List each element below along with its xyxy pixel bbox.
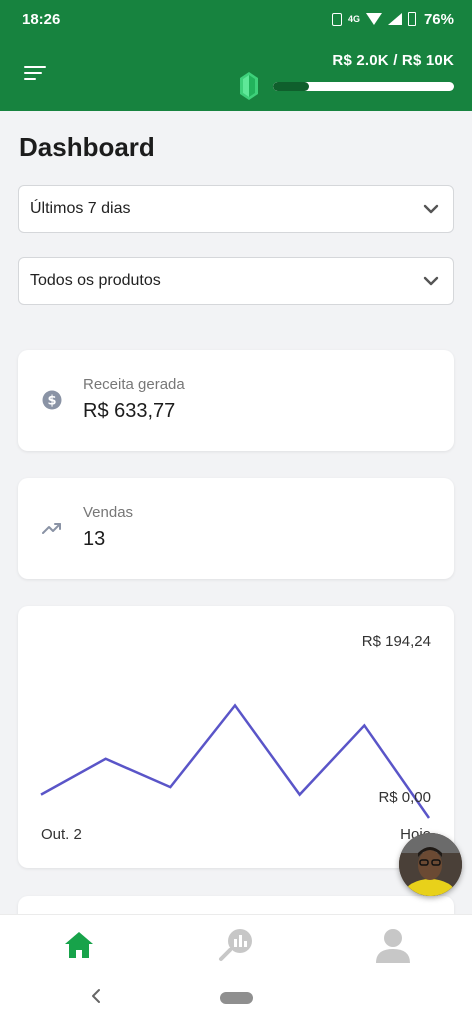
revenue-goal-text: R$ 2.0K / R$ 10K	[332, 52, 454, 69]
period-select[interactable]: Últimos 7 dias	[18, 185, 454, 233]
chart-max-label: R$ 194,24	[361, 633, 431, 650]
user-avatar-bubble[interactable]	[399, 833, 462, 896]
user-avatar-icon	[399, 833, 462, 896]
battery-percent: 76%	[423, 10, 454, 28]
analytics-icon	[219, 929, 252, 961]
status-bar: 18:26 4G 76%	[0, 0, 472, 38]
back-chevron-icon[interactable]	[88, 986, 104, 1006]
sales-card: Vendas 13	[18, 478, 454, 579]
wifi-icon	[365, 13, 382, 25]
battery-icon	[407, 12, 416, 26]
sales-value: 13	[83, 528, 106, 550]
status-icons: 4G 76%	[331, 10, 454, 28]
chevron-down-icon	[423, 276, 439, 286]
chevron-down-icon	[423, 204, 439, 214]
nav-profile[interactable]	[373, 925, 413, 965]
revenue-goal-progress-bar	[273, 82, 454, 91]
sales-label: Vendas	[83, 504, 134, 521]
revenue-label: Receita gerada	[83, 376, 185, 393]
home-icon	[65, 932, 93, 958]
svg-text:$: $	[47, 394, 56, 409]
chart-series-line	[40, 703, 431, 819]
revenue-goal-progress-fill	[273, 82, 310, 91]
product-select[interactable]: Todos os produtos	[18, 257, 454, 305]
system-navigation-bar	[0, 974, 472, 1024]
vibrate-icon	[331, 12, 342, 26]
product-select-value: Todos os produtos	[30, 272, 161, 289]
status-time: 18:26	[22, 10, 61, 28]
nav-home[interactable]	[59, 925, 99, 965]
period-select-value: Últimos 7 dias	[30, 200, 131, 217]
revenue-card: $ Receita gerada R$ 633,77	[18, 350, 454, 451]
gem-icon	[240, 72, 258, 100]
dollar-circle-icon: $	[42, 390, 62, 410]
network-type: 4G	[347, 14, 360, 24]
home-gesture-pill[interactable]	[220, 992, 253, 1004]
page-title: Dashboard	[19, 132, 155, 162]
trending-up-icon	[42, 523, 61, 534]
menu-icon[interactable]	[24, 64, 48, 84]
revenue-chart-card: R$ 194,24 R$ 0,00 Out. 2 Hoje	[18, 606, 454, 868]
chart-x-start-label: Out. 2	[41, 826, 82, 843]
nav-analytics[interactable]	[216, 925, 256, 965]
chart-min-label: R$ 0,00	[378, 789, 431, 806]
signal-icon	[387, 13, 402, 25]
revenue-value: R$ 633,77	[83, 400, 176, 422]
profile-icon	[376, 929, 410, 963]
bottom-navigation	[0, 914, 472, 974]
app-header: 18:26 4G 76% R$ 2.0K / R$ 10K	[0, 0, 472, 111]
